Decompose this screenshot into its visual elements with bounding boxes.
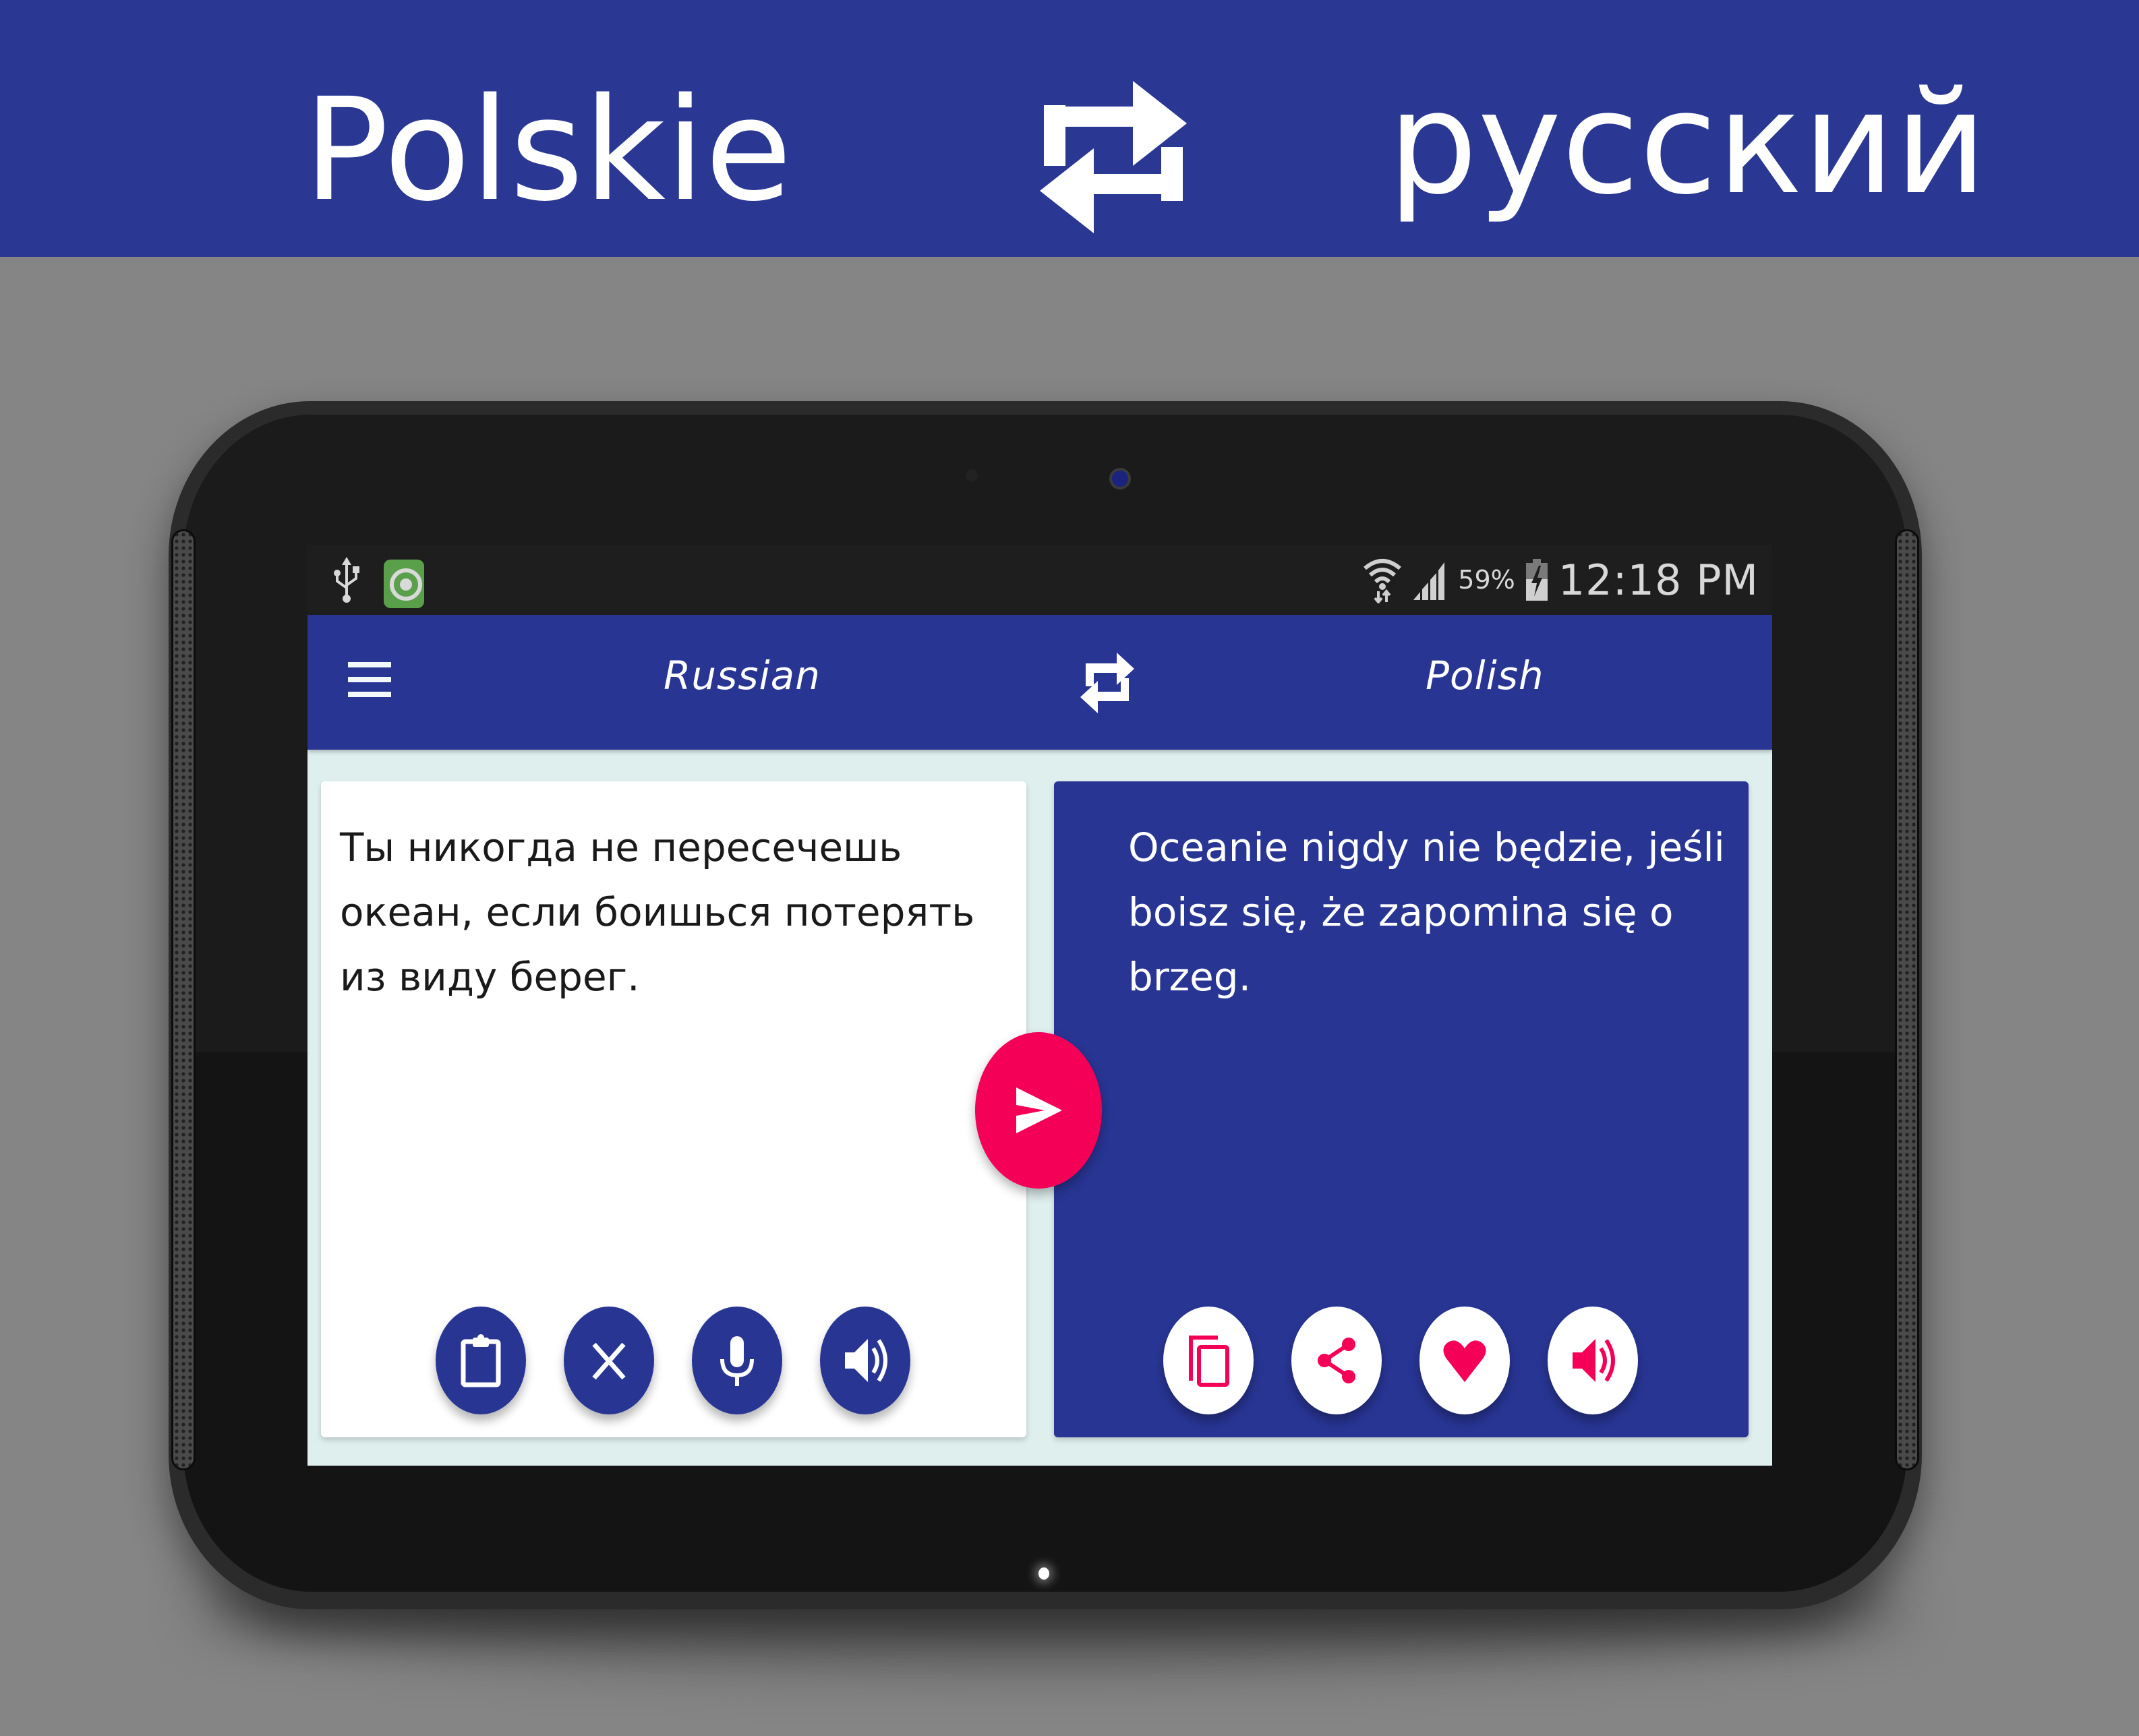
status-indicators: 59% 12:18 PM xyxy=(1362,545,1759,615)
translated-text: Oceanie nigdy nie będzie, jeśli boisz si… xyxy=(1128,825,1725,1000)
voice-input-button[interactable] xyxy=(692,1307,782,1414)
translate-button[interactable] xyxy=(975,1032,1102,1189)
share-icon xyxy=(1318,1338,1355,1383)
clipboard-icon xyxy=(461,1334,501,1387)
source-text-input[interactable]: Ты никогда не пересечешь океан, если бои… xyxy=(340,815,999,1009)
target-actions xyxy=(1163,1307,1638,1414)
battery-percent: 59% xyxy=(1458,565,1515,595)
usb-icon xyxy=(334,557,359,603)
app-notification-icon xyxy=(384,560,424,608)
speaker-grille-right xyxy=(1895,529,1919,1470)
clear-button[interactable] xyxy=(564,1307,654,1414)
copy-button[interactable] xyxy=(1163,1307,1254,1414)
target-language-selector[interactable]: Polish xyxy=(1426,653,1544,698)
paste-button[interactable] xyxy=(436,1307,526,1414)
share-button[interactable] xyxy=(1291,1307,1382,1414)
translated-text-card: Oceanie nigdy nie będzie, jeśli boisz si… xyxy=(1054,781,1749,1437)
hamburger-menu-icon[interactable] xyxy=(348,662,392,702)
source-actions xyxy=(436,1307,910,1414)
app-screen: 59% 12:18 PM Russian Polish Ты никогда н… xyxy=(307,545,1772,1466)
swap-arrows-icon xyxy=(1040,81,1187,233)
status-bar: 59% 12:18 PM xyxy=(307,545,1772,615)
front-camera xyxy=(1109,468,1131,489)
speak-translation-button[interactable] xyxy=(1548,1307,1638,1414)
source-text-card: Ты никогда не пересечешь океан, если бои… xyxy=(321,781,1026,1437)
copy-icon xyxy=(1189,1336,1229,1387)
heart-icon xyxy=(1443,1340,1486,1382)
favorite-button[interactable] xyxy=(1419,1307,1510,1414)
speaker-grille-left xyxy=(171,529,196,1470)
home-indicator-light xyxy=(1038,1567,1049,1580)
banner-left-language: Polskie xyxy=(303,67,792,233)
signal-icon xyxy=(1413,562,1445,600)
clock: 12:18 PM xyxy=(1558,555,1759,605)
close-icon xyxy=(592,1342,626,1380)
speaker-icon xyxy=(1573,1339,1615,1382)
promo-banner: Polskie русский xyxy=(0,0,2139,257)
speak-source-button[interactable] xyxy=(820,1307,910,1414)
source-language-selector[interactable]: Russian xyxy=(664,653,821,698)
send-icon xyxy=(1016,1087,1062,1133)
banner-right-language: русский xyxy=(1388,61,1987,226)
light-sensor xyxy=(966,469,978,481)
microphone-icon xyxy=(720,1336,754,1386)
speaker-icon xyxy=(845,1339,887,1382)
wifi-icon xyxy=(1364,559,1402,603)
app-toolbar: Russian Polish xyxy=(307,615,1772,750)
swap-languages-button[interactable] xyxy=(1076,649,1138,716)
battery-charging-icon xyxy=(1525,559,1548,601)
